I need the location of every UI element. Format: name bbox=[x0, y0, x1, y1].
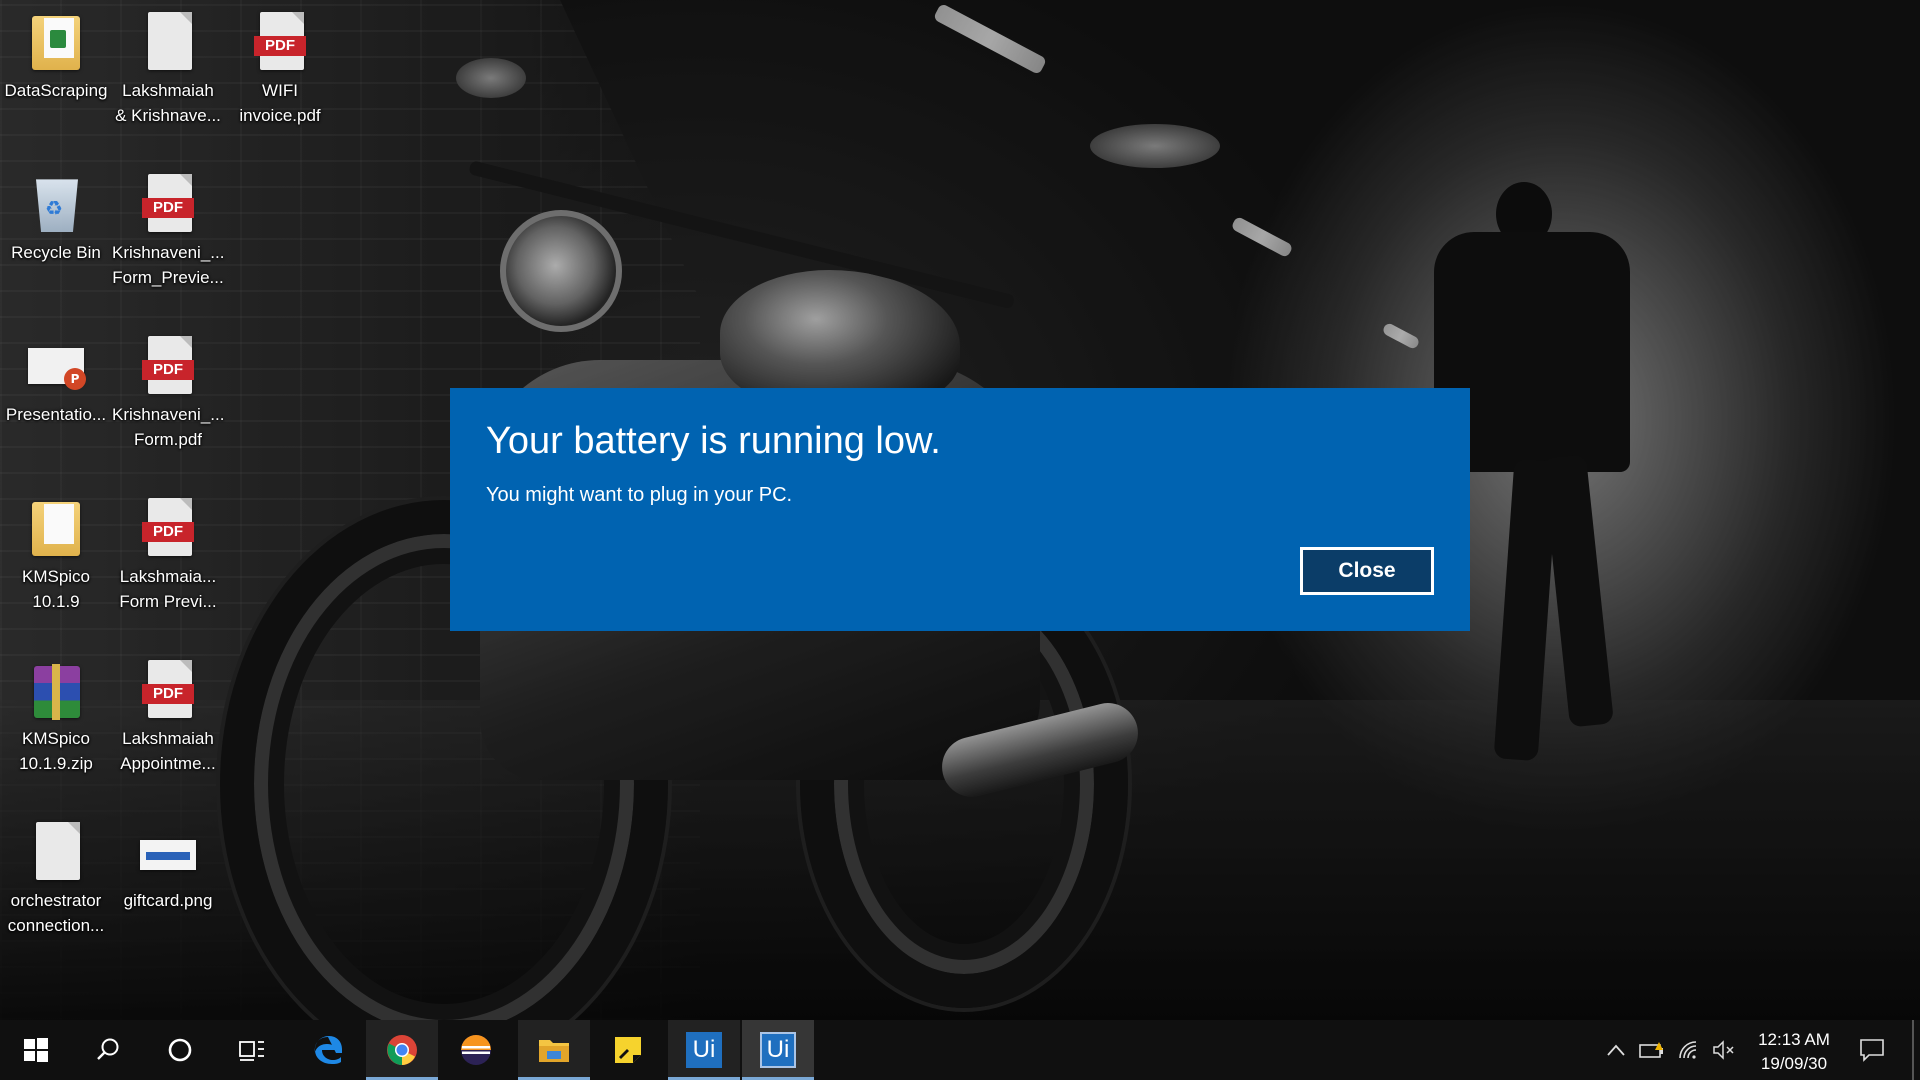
taskbar-clock[interactable]: 12:13 AM 19/09/30 bbox=[1746, 1028, 1842, 1076]
desktop-icon-datascraping[interactable]: DataScraping bbox=[0, 4, 112, 103]
file-explorer-button[interactable] bbox=[518, 1020, 590, 1080]
desktop-icon-giftcard[interactable]: giftcard.png bbox=[112, 814, 224, 913]
uipath-icon-label: Ui bbox=[766, 1036, 790, 1063]
chrome-icon bbox=[387, 1035, 417, 1065]
desktop-icon-presentation[interactable]: P Presentatio... bbox=[0, 328, 112, 427]
pdf-file-icon: PDF bbox=[252, 12, 308, 74]
powerpoint-file-icon: P bbox=[28, 336, 86, 398]
eclipse-icon bbox=[461, 1035, 491, 1065]
battery-status-button[interactable] bbox=[1638, 1036, 1666, 1064]
desktop-icon-orchestrator-connection[interactable]: orchestrator connection... bbox=[0, 814, 112, 938]
sticky-notes-button[interactable] bbox=[592, 1020, 664, 1080]
desktop-icon-label: Lakshmaiah bbox=[122, 729, 214, 748]
battery-low-dialog: Your battery is running low. You might w… bbox=[450, 388, 1470, 631]
pdf-file-icon: PDF bbox=[140, 336, 196, 398]
edge-icon bbox=[314, 1036, 342, 1064]
notification-icon bbox=[1860, 1039, 1884, 1062]
desktop-icon-label: Lakshmaiah bbox=[122, 81, 214, 100]
sticky-notes-icon bbox=[615, 1037, 641, 1063]
uipath-icon: Ui bbox=[760, 1032, 796, 1068]
task-view-icon bbox=[239, 1041, 264, 1061]
desktop-icon-lakshmaiah-krishnaveni[interactable]: Lakshmaiah & Krishnave... bbox=[112, 4, 224, 128]
uipath-robot-button[interactable]: Ui bbox=[742, 1020, 814, 1080]
desktop-icon-label: WIFI bbox=[262, 81, 298, 100]
desktop-icon-label: KMSpico bbox=[21, 729, 91, 748]
desktop-icon-kmspico-zip[interactable]: KMSpico 10.1.9.zip bbox=[0, 652, 112, 776]
folder-icon bbox=[28, 498, 84, 560]
desktop-icon-label: DataScraping bbox=[4, 81, 108, 100]
desktop-icon-label: Form.pdf bbox=[133, 430, 203, 449]
desktop-icon-lakshmaiah-form-preview[interactable]: PDF Lakshmaia... Form Previ... bbox=[112, 490, 224, 614]
show-desktop-button[interactable] bbox=[1912, 1020, 1914, 1080]
desktop-icon-recycle-bin[interactable]: ♻ Recycle Bin bbox=[0, 166, 112, 265]
excel-folder-icon bbox=[28, 12, 84, 74]
desktop-icon-label: Form_Previe... bbox=[112, 268, 224, 287]
desktop-icon-label: orchestrator bbox=[10, 891, 102, 910]
desktop-icon-lakshmaiah-appointment[interactable]: PDF Lakshmaiah Appointme... bbox=[112, 652, 224, 776]
search-button[interactable] bbox=[72, 1020, 144, 1080]
desktop-icon-label: 10.1.9 bbox=[32, 592, 80, 611]
winrar-archive-icon bbox=[28, 660, 84, 722]
desktop-icon-label: & Krishnave... bbox=[115, 106, 221, 125]
dialog-title: Your battery is running low. bbox=[486, 420, 941, 462]
search-icon bbox=[97, 1038, 119, 1060]
clock-time: 12:13 AM bbox=[1758, 1030, 1830, 1049]
clock-date: 19/09/30 bbox=[1760, 1054, 1828, 1073]
volume-button[interactable] bbox=[1710, 1036, 1738, 1064]
desktop-icon-label: Lakshmaia... bbox=[119, 567, 217, 586]
start-button[interactable] bbox=[0, 1020, 72, 1080]
dialog-message: You might want to plug in your PC. bbox=[486, 484, 793, 506]
uipath-icon-label: Ui bbox=[692, 1036, 716, 1063]
desktop-icon-label: invoice.pdf bbox=[239, 106, 321, 125]
battery-warning-icon bbox=[1639, 1042, 1663, 1058]
desktop-icon-kmspico-folder[interactable]: KMSpico 10.1.9 bbox=[0, 490, 112, 614]
action-center-button[interactable] bbox=[1856, 1036, 1888, 1064]
pdf-file-icon: PDF bbox=[140, 660, 196, 722]
desktop-icon-label: KMSpico bbox=[21, 567, 91, 586]
document-icon bbox=[28, 822, 84, 884]
close-button[interactable]: Close bbox=[1300, 547, 1434, 595]
taskbar: Ui Ui 12:13 AM 19/09/30 bbox=[0, 1020, 1920, 1080]
desktop-icon-wifi-invoice[interactable]: PDF WIFI invoice.pdf bbox=[224, 4, 336, 128]
volume-muted-icon bbox=[1713, 1040, 1734, 1060]
desktop-icon-label: Presentatio... bbox=[5, 405, 107, 424]
uipath-icon: Ui bbox=[686, 1032, 722, 1068]
image-file-icon bbox=[140, 822, 196, 884]
cortana-circle-icon bbox=[168, 1038, 192, 1062]
windows-logo-icon bbox=[24, 1038, 48, 1062]
pdf-file-icon: PDF bbox=[140, 174, 196, 236]
uipath-studio-button[interactable]: Ui bbox=[668, 1020, 740, 1080]
task-view-button[interactable] bbox=[216, 1020, 288, 1080]
network-status-button[interactable] bbox=[1676, 1036, 1704, 1064]
desktop-icon-label: Krishnaveni_... bbox=[112, 243, 225, 262]
chevron-up-icon bbox=[1607, 1044, 1625, 1056]
desktop-icon-label: giftcard.png bbox=[123, 891, 213, 910]
desktop-icon-krishnaveni-form-preview[interactable]: PDF Krishnaveni_... Form_Previe... bbox=[112, 166, 224, 290]
edge-button[interactable] bbox=[292, 1020, 364, 1080]
chrome-button[interactable] bbox=[366, 1020, 438, 1080]
desktop-icon-label: 10.1.9.zip bbox=[19, 754, 93, 773]
desktop-icon-label: connection... bbox=[7, 916, 105, 935]
pdf-file-icon: PDF bbox=[140, 498, 196, 560]
eclipse-button[interactable] bbox=[440, 1020, 512, 1080]
desktop-icon-krishnaveni-form[interactable]: PDF Krishnaveni_... Form.pdf bbox=[112, 328, 224, 452]
cortana-button[interactable] bbox=[144, 1020, 216, 1080]
desktop-icon-label: Recycle Bin bbox=[11, 243, 101, 262]
desktop-icon-label: Appointme... bbox=[120, 754, 216, 773]
desktop-icon-label: Krishnaveni_... bbox=[112, 405, 225, 424]
document-icon bbox=[140, 12, 196, 74]
desktop-icon-label: Form Previ... bbox=[119, 592, 217, 611]
folder-icon bbox=[539, 1040, 569, 1062]
wifi-icon bbox=[1679, 1041, 1697, 1059]
show-hidden-icons-button[interactable] bbox=[1602, 1036, 1630, 1064]
recycle-bin-icon: ♻ bbox=[28, 174, 84, 236]
